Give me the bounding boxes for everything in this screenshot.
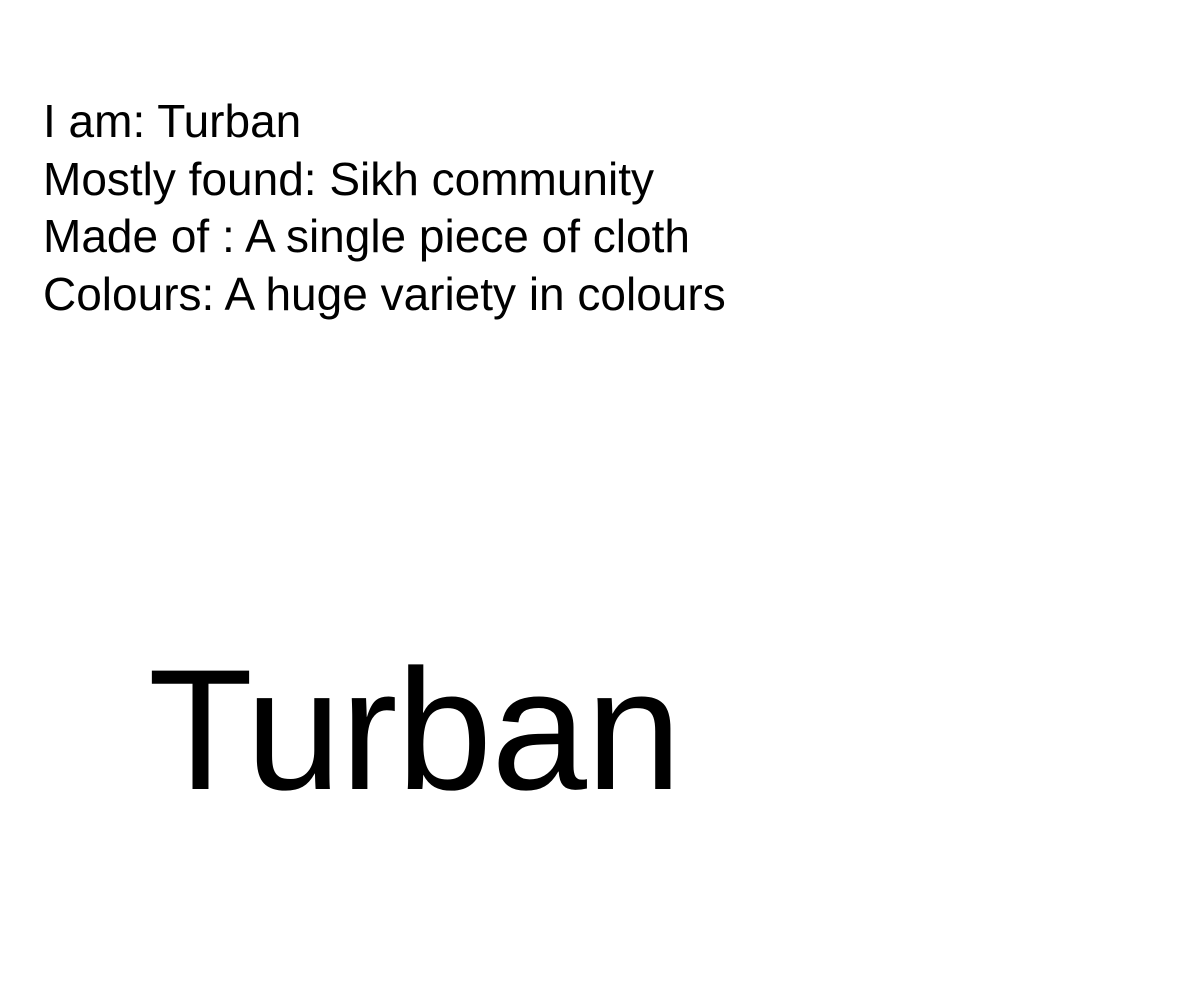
info-line-material: Made of : A single piece of cloth (43, 210, 690, 262)
info-line-identity: I am: Turban (43, 95, 302, 147)
info-block: I am: Turban Mostly found: Sikh communit… (43, 93, 726, 323)
info-line-found: Mostly found: Sikh community (43, 152, 655, 205)
page-title: Turban (148, 634, 682, 826)
info-line-colours: Colours: A huge variety in colours (43, 267, 726, 320)
slide: I am: Turban Mostly found: Sikh communit… (0, 0, 1200, 1000)
